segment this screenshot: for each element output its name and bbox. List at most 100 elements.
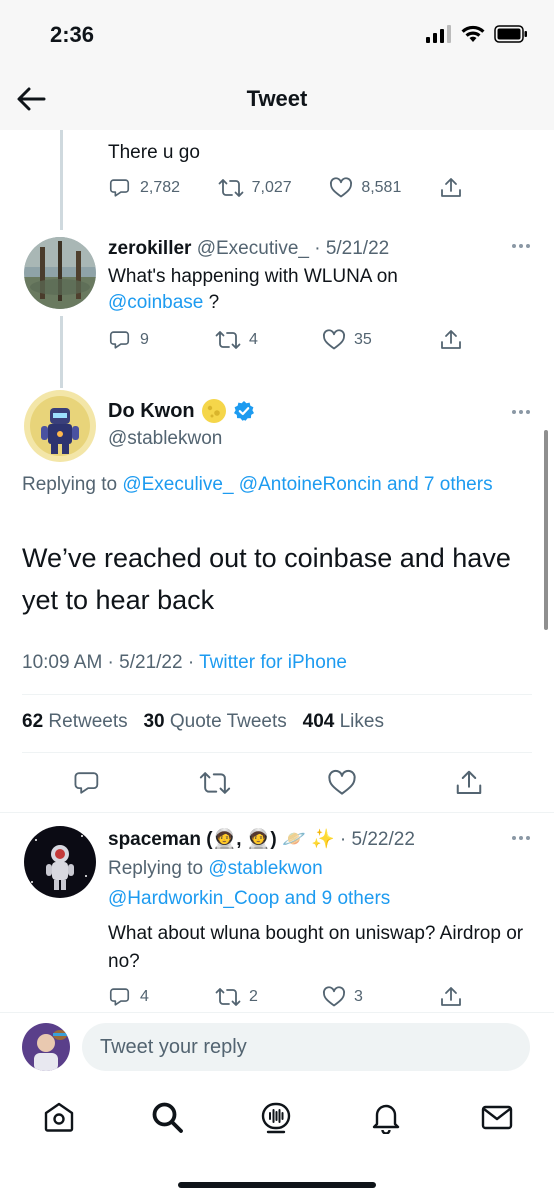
retweet-icon[interactable] — [199, 768, 231, 798]
share-icon — [441, 987, 461, 1006]
retweet-button[interactable]: 7,027 — [218, 176, 292, 200]
tweet-timestamp: 10:09 AM · 5/21/22 · — [22, 652, 200, 673]
thread-line — [60, 316, 63, 388]
quote-tweets-stat[interactable]: 30 Quote Tweets — [143, 711, 286, 732]
tweet-actions: 2,782 7,027 8,581 — [108, 176, 463, 200]
bottom-tab-bar — [0, 1082, 554, 1200]
retweets-label: Retweets — [43, 711, 128, 732]
replying-users-link[interactable]: @Hardworkin_Coop and 9 others — [108, 888, 390, 909]
messages-icon[interactable] — [480, 1100, 514, 1134]
share-icon — [441, 330, 461, 349]
tweet-header: spaceman (🧑‍🚀, 🧑‍🚀) 🪐 ✨ · 5/22/22 — [108, 826, 415, 854]
like-icon[interactable] — [327, 768, 357, 798]
status-time: 2:36 — [50, 22, 95, 47]
reply-icon — [109, 988, 130, 1006]
scrollbar[interactable] — [544, 430, 548, 630]
likes-label: Likes — [334, 711, 384, 732]
like-icon — [330, 177, 353, 198]
replying-to: Replying to @Execulive_ @AntoineRoncin a… — [22, 470, 502, 500]
battery-icon — [494, 25, 527, 43]
tweet-actions: 4 2 3 — [108, 985, 463, 1009]
tweet-text: There u go — [108, 142, 200, 163]
display-name[interactable]: Do Kwon — [108, 400, 195, 423]
divider — [22, 694, 532, 695]
tweet-source-link[interactable]: Twitter for iPhone — [199, 652, 347, 673]
handle: @stablekwon — [108, 428, 223, 449]
like-icon — [323, 986, 345, 1007]
reply-input[interactable]: Tweet your reply — [82, 1023, 530, 1071]
reply-count: 4 — [140, 988, 149, 1005]
tweet-date: · 5/22/22 — [334, 829, 415, 850]
reply-count: 9 — [140, 331, 149, 348]
tweet-actions: 9 4 35 — [108, 328, 463, 352]
avatar[interactable] — [24, 826, 96, 898]
verified-icon — [233, 401, 254, 421]
avatar-image — [24, 237, 96, 309]
like-button[interactable]: 8,581 — [329, 176, 401, 200]
retweet-button[interactable]: 4 — [215, 328, 275, 352]
like-icon — [323, 329, 345, 350]
top-nav: Tweet — [0, 70, 554, 130]
retweets-stat[interactable]: 62 Retweets — [22, 711, 128, 732]
like-button[interactable]: 35 — [322, 328, 392, 352]
avatar-image — [22, 1023, 70, 1071]
search-icon[interactable] — [150, 1100, 184, 1134]
more-options-icon[interactable] — [512, 836, 530, 840]
divider — [22, 752, 532, 753]
like-button[interactable]: 3 — [322, 985, 392, 1009]
like-count: 35 — [354, 331, 372, 348]
tweet-stats: 62 Retweets 30 Quote Tweets 404 Likes — [22, 711, 384, 733]
like-count: 3 — [354, 988, 363, 1005]
handle-date: @Executive_ · 5/21/22 — [196, 238, 390, 259]
reply-button[interactable]: 9 — [108, 328, 168, 352]
more-options-icon[interactable] — [512, 244, 530, 248]
display-name[interactable]: zerokiller — [108, 238, 191, 259]
spaces-icon[interactable] — [259, 1100, 293, 1134]
retweet-button[interactable]: 2 — [215, 985, 275, 1009]
reply-button[interactable]: 4 — [108, 985, 168, 1009]
user-avatar[interactable] — [22, 1023, 70, 1071]
likes-count: 404 — [302, 711, 335, 732]
tweet-header: zerokiller @Executive_ · 5/21/22 — [108, 236, 389, 262]
more-options-icon[interactable] — [512, 410, 530, 414]
share-button[interactable] — [439, 176, 463, 200]
notifications-icon[interactable] — [369, 1100, 403, 1134]
page-title: Tweet — [246, 86, 308, 111]
replying-to: Replying to @stablekwon @Hardworkin_Coop… — [108, 854, 528, 914]
avatar[interactable] — [24, 390, 96, 462]
reply-composer: Tweet your reply — [0, 1012, 554, 1082]
home-icon[interactable] — [42, 1100, 76, 1134]
wifi-icon — [461, 25, 485, 42]
signal-icon — [426, 25, 451, 43]
mention-link[interactable]: @coinbase — [108, 292, 203, 313]
share-icon — [441, 178, 461, 197]
share-icon[interactable] — [454, 768, 484, 798]
status-bar: 2:36 — [0, 0, 554, 70]
thread-line — [60, 130, 63, 230]
share-button[interactable] — [439, 985, 463, 1009]
retweets-count: 62 — [22, 711, 44, 732]
retweet-icon — [215, 331, 241, 349]
tweet-header: Do Kwon — [108, 398, 255, 424]
retweet-count: 2 — [249, 988, 258, 1005]
main-tweet-text: We’ve reached out to coinbase and have y… — [22, 543, 511, 615]
retweet-icon — [215, 988, 241, 1006]
retweet-count: 4 — [249, 331, 258, 348]
tweet-text: What about wluna bought on uniswap? Aird… — [108, 923, 524, 972]
moon-icon — [201, 399, 226, 423]
like-count: 8,581 — [361, 179, 402, 196]
replying-prefix: Replying to — [22, 474, 118, 495]
share-button[interactable] — [439, 328, 463, 352]
reply-icon — [109, 179, 130, 197]
tweet-text-main: What's happening with WLUNA on — [108, 266, 398, 287]
display-name[interactable]: spaceman (🧑‍🚀, 🧑‍🚀) 🪐 ✨ — [108, 829, 335, 850]
replying-user-link[interactable]: @stablekwon — [208, 858, 322, 879]
retweet-count: 7,027 — [251, 179, 292, 196]
avatar[interactable] — [24, 237, 96, 309]
avatar-image — [24, 826, 96, 898]
likes-stat[interactable]: 404 Likes — [303, 711, 384, 732]
replying-users-link[interactable]: @Execulive_ @AntoineRoncin and 7 others — [122, 474, 492, 495]
replying-prefix: Replying to — [108, 858, 209, 879]
reply-button[interactable]: 2,782 — [108, 176, 180, 200]
reply-icon[interactable] — [72, 768, 102, 798]
